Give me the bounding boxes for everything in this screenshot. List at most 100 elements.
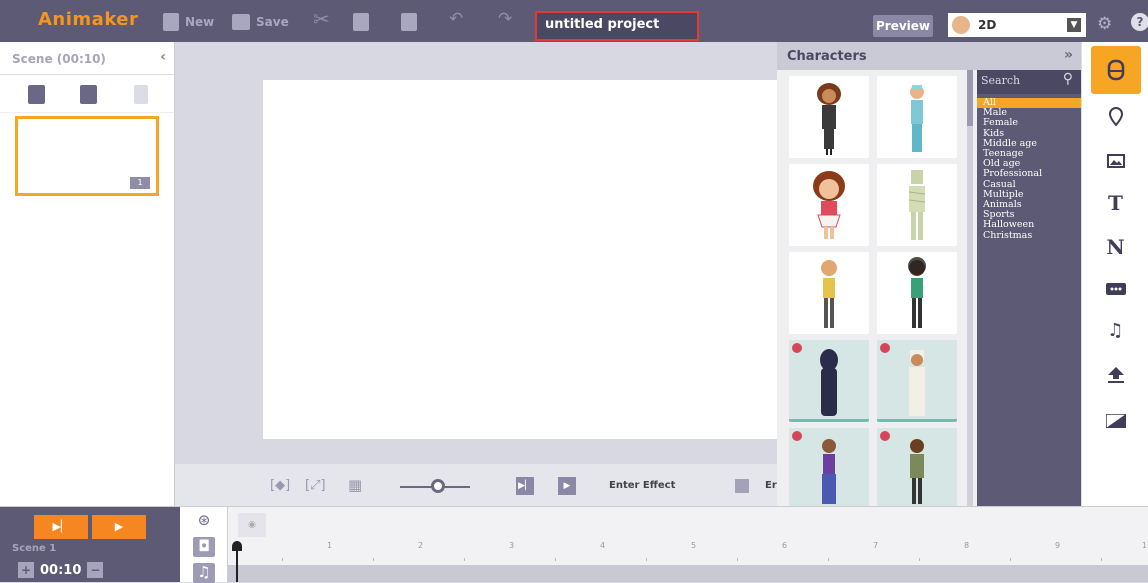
increase-duration-button[interactable]: + — [18, 562, 34, 578]
character-card[interactable] — [789, 252, 869, 334]
number-icon[interactable]: N — [1082, 224, 1148, 269]
mode-select[interactable]: 2D ▼ — [948, 13, 1086, 37]
search-icon[interactable]: ⚲ — [1063, 71, 1073, 87]
expand-panel-icon[interactable]: » — [1064, 47, 1073, 63]
timeline: ▶▏ ▶ Scene 1 + 00:10 − ⊛ ◘ ♫ ◉ 1 2 3 4 5… — [0, 506, 1148, 583]
ruler-label: 1 — [1142, 541, 1148, 550]
fit-screen-icon[interactable]: [◆] — [270, 478, 290, 493]
category-item[interactable]: Christmas — [977, 230, 1081, 241]
ruler-tick — [555, 558, 556, 561]
ruler-label: 4 — [600, 541, 606, 550]
effect-icon[interactable] — [735, 479, 749, 493]
mode-value: 2D — [978, 18, 997, 32]
zoom-slider-knob[interactable] — [431, 479, 445, 493]
character-card[interactable] — [877, 428, 957, 506]
image-icon[interactable] — [1082, 138, 1148, 183]
location-pin-icon[interactable] — [1082, 94, 1148, 139]
copy-icon[interactable] — [353, 13, 369, 31]
play-button[interactable]: ▶ — [92, 515, 146, 539]
scene-header-label: Scene (00:10) — [12, 52, 106, 66]
play-from-start-icon[interactable]: ▶▏ — [516, 477, 534, 495]
stage-canvas[interactable] — [263, 80, 777, 439]
help-icon[interactable]: ? — [1131, 13, 1148, 31]
character-card[interactable] — [877, 164, 957, 246]
characters-header: Characters » — [777, 42, 1081, 70]
ruler-tick — [373, 558, 374, 561]
track-bar[interactable] — [228, 565, 1148, 582]
character-man-icon — [821, 260, 837, 328]
add-scene-icon[interactable] — [28, 85, 45, 104]
exit-effect-label[interactable]: Er — [765, 480, 777, 491]
expand-icon[interactable]: [⤢] — [305, 478, 326, 493]
character-card[interactable] — [789, 428, 869, 506]
character-girl-icon — [813, 171, 845, 239]
enter-effect-label[interactable]: Enter Effect — [609, 480, 675, 491]
track-tab[interactable]: ◉ — [238, 513, 266, 537]
search-placeholder: Search — [981, 74, 1021, 87]
ruler-tick — [828, 558, 829, 561]
text-icon[interactable]: T — [1082, 180, 1148, 225]
duplicate-scene-icon[interactable] — [80, 85, 97, 104]
playhead-handle-icon[interactable] — [232, 541, 242, 551]
ruler-tick — [1101, 558, 1102, 561]
scrollbar-thumb[interactable] — [967, 70, 973, 126]
character-arab-man-icon — [880, 343, 925, 416]
scene-panel: Scene (00:10) ‹ 1 — [0, 42, 175, 506]
character-card[interactable] — [877, 340, 957, 422]
app-logo: Animaker — [38, 9, 139, 30]
grid-icon[interactable]: ▦ — [348, 476, 362, 494]
undo-icon[interactable]: ↶ — [449, 9, 463, 29]
character-grid — [787, 76, 963, 506]
asset-toolbar: T N ♫ — [1081, 42, 1148, 506]
ruler-label: 3 — [509, 541, 515, 550]
ruler-tick — [1010, 558, 1011, 561]
paste-icon[interactable] — [401, 13, 417, 31]
delete-scene-icon[interactable] — [134, 85, 148, 104]
character-mummy-icon — [908, 170, 926, 240]
characters-icon[interactable] — [1091, 46, 1141, 94]
camera-icon[interactable]: ◘ — [193, 537, 215, 557]
category-list: All Male Female Kids Middle age Teenage … — [977, 97, 1081, 241]
save-icon — [232, 14, 250, 30]
character-scrollbar[interactable] — [967, 70, 973, 506]
category-panel: Search ⚲ All Male Female Kids Middle age… — [977, 70, 1081, 506]
ruler-tick — [919, 558, 920, 561]
character-layer-icon[interactable]: ⊛ — [193, 511, 215, 531]
ruler-label: 5 — [691, 541, 697, 550]
upload-icon[interactable] — [1082, 352, 1148, 397]
save-label: Save — [256, 15, 289, 29]
scene-thumbnail[interactable]: 1 — [15, 116, 159, 196]
caption-icon[interactable] — [1082, 266, 1148, 311]
gear-icon[interactable]: ⚙ — [1097, 14, 1112, 34]
play-icon[interactable]: ▶ — [558, 477, 576, 495]
avatar-icon — [952, 16, 970, 34]
ruler-tick — [646, 558, 647, 561]
play-scene-button[interactable]: ▶▏ — [34, 515, 88, 539]
character-card[interactable] — [877, 252, 957, 334]
character-card[interactable] — [789, 76, 869, 158]
ruler-tick — [282, 558, 283, 561]
search-input[interactable]: Search ⚲ — [977, 70, 1081, 94]
character-card[interactable] — [877, 76, 957, 158]
character-businesswoman-icon — [817, 83, 841, 155]
cut-icon[interactable]: ✂ — [313, 9, 330, 29]
background-icon[interactable] — [1082, 398, 1148, 443]
ruler-tick — [737, 558, 738, 561]
ruler-label: 2 — [418, 541, 424, 550]
decrease-duration-button[interactable]: − — [87, 562, 104, 578]
redo-icon[interactable]: ↷ — [498, 9, 512, 29]
preview-button[interactable]: Preview — [873, 15, 933, 37]
timeline-track[interactable]: ◉ 1 2 3 4 5 6 7 8 9 1 — [228, 507, 1148, 582]
top-toolbar: Animaker New Save ✂ ↶ ↷ untitled project… — [0, 0, 1148, 42]
new-button[interactable]: New — [163, 12, 214, 32]
character-card[interactable] — [789, 164, 869, 246]
stage-toolbar: [◆] [⤢] ▦ ▶▏ ▶ Enter Effect Er — [175, 464, 777, 506]
save-button[interactable]: Save — [232, 12, 289, 32]
character-card[interactable] — [789, 340, 869, 422]
music-icon[interactable]: ♫ — [193, 563, 215, 583]
project-title-field[interactable]: untitled project — [535, 11, 699, 41]
characters-panel: Characters » Search ⚲ All Male Female Ki… — [777, 42, 1081, 506]
character-hijab-woman-icon — [792, 343, 838, 416]
chevron-left-icon[interactable]: ‹ — [160, 49, 166, 65]
music-icon[interactable]: ♫ — [1082, 308, 1148, 353]
